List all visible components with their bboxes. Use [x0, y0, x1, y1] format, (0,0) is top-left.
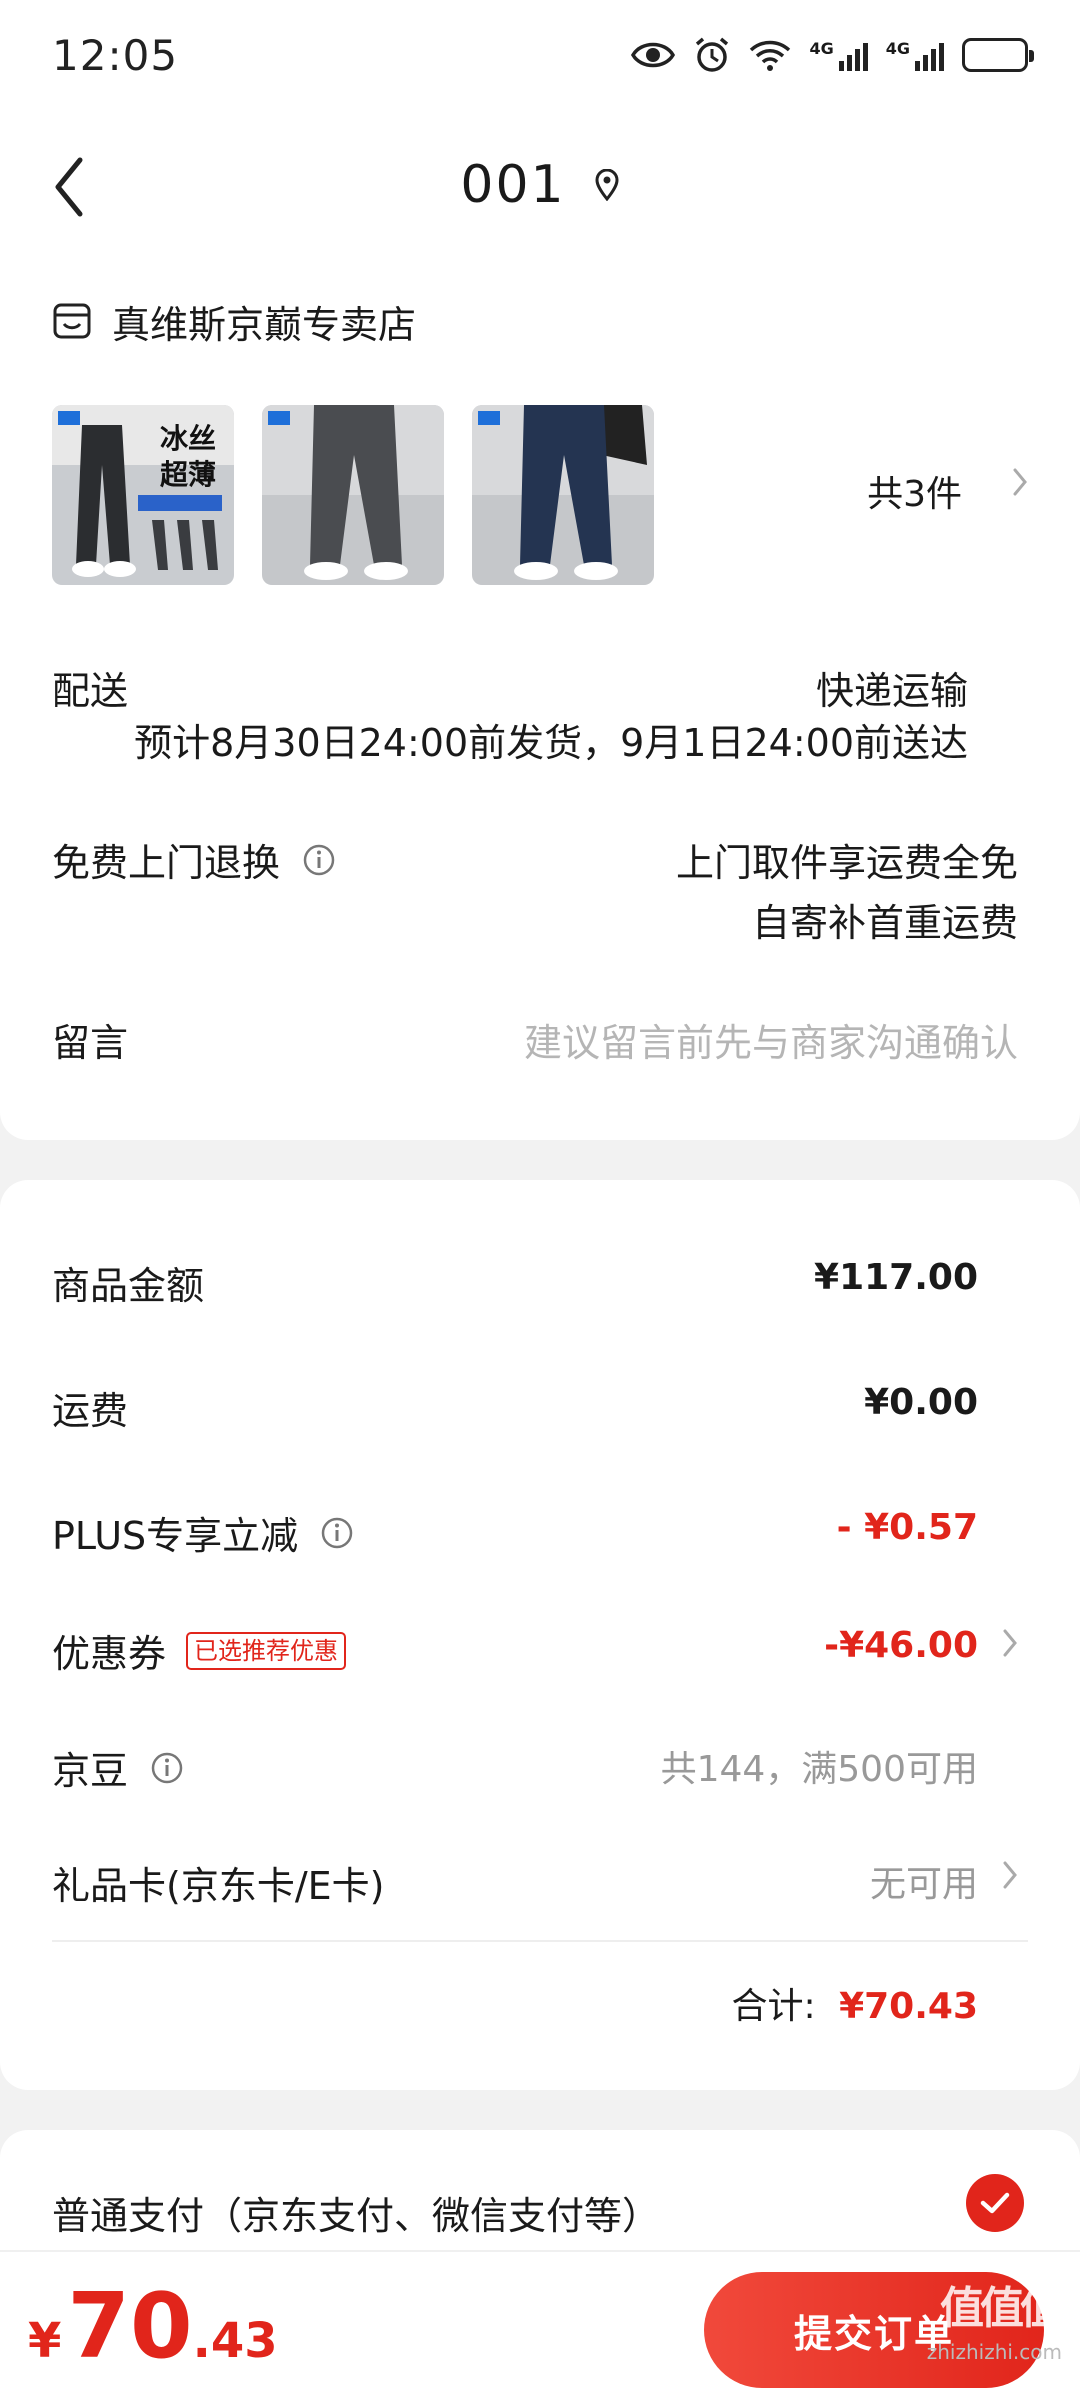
- coupon-row[interactable]: 优惠券 已选推荐优惠: [52, 1623, 347, 1678]
- giftcard-value[interactable]: 无可用: [870, 1855, 978, 1907]
- watermark-text: zhizhizhi.com: [926, 2340, 1062, 2364]
- checkmark-icon[interactable]: [966, 2174, 1024, 2232]
- shipping-label: 运费: [52, 1389, 129, 1433]
- delivery-method[interactable]: 快递运输: [816, 660, 968, 715]
- thumb-badge-text: 冰丝: [160, 422, 217, 455]
- divider: [52, 1940, 1028, 1942]
- signal-icon: 4G: [886, 39, 944, 71]
- chevron-left-icon: [55, 157, 83, 217]
- delivery-label: 配送: [52, 669, 129, 713]
- shipping-value: ¥0.00: [864, 1382, 978, 1423]
- signal-icon: 4G: [809, 39, 868, 71]
- status-time: 12:05: [52, 30, 179, 80]
- total-value: ¥70.43: [839, 1986, 978, 2027]
- alarm-icon: [693, 36, 731, 74]
- info-icon[interactable]: [302, 843, 336, 877]
- return-policy-line2: 自寄补首重运费: [751, 901, 1018, 945]
- payment-method-label[interactable]: 普通支付（京东支付、微信支付等）: [52, 2185, 660, 2240]
- plus-discount-value: - ¥0.57: [836, 1507, 978, 1548]
- page-title: 001: [460, 155, 566, 215]
- bottom-bar: ¥ 70 .43 提交订单: [0, 2250, 1080, 2400]
- battery-icon: [962, 38, 1034, 72]
- free-return-label: 免费上门退换: [52, 832, 336, 887]
- return-policy-line1: 上门取件享运费全免: [675, 841, 1018, 885]
- goods-amount-value: ¥117.00: [814, 1257, 978, 1298]
- shop-header[interactable]: 真维斯京巅专卖店: [52, 286, 416, 356]
- item-count: 共3件: [867, 474, 962, 515]
- price-summary-card: 商品金额 ¥117.00 运费 ¥0.00 PLUS专享立减 - ¥0.57 优…: [0, 1180, 1080, 2090]
- eye-icon: [631, 39, 676, 71]
- delivery-eta: 预计8月30日24:00前发货，9月1日24:00前送达: [134, 721, 968, 765]
- store-icon: [53, 303, 91, 339]
- total-row: 合计: ¥70.43: [731, 1986, 978, 2027]
- order-info-card: 真维斯京巅专卖店 冰丝 超薄 共3件 配送 快递运输 预计8月30日24:00前…: [0, 260, 1080, 1140]
- chevron-right-icon[interactable]: [1002, 1860, 1018, 1894]
- goods-amount-label: 商品金额: [52, 1264, 205, 1308]
- shop-name: 真维斯京巅专卖店: [112, 302, 417, 347]
- product-thumbnail[interactable]: [262, 405, 444, 585]
- nav-bar: 001: [0, 110, 1080, 260]
- info-icon[interactable]: [150, 1751, 184, 1785]
- back-button[interactable]: [52, 152, 112, 222]
- status-icons: 4G 4G: [631, 36, 1034, 74]
- coupon-tag: 已选推荐优惠: [186, 1631, 347, 1670]
- plus-discount-label: PLUS专享立减: [52, 1505, 354, 1560]
- coupon-value[interactable]: -¥46.00: [824, 1625, 978, 1666]
- message-label: 留言: [52, 1021, 129, 1065]
- watermark-logo: 值值值: [940, 2283, 1064, 2334]
- giftcard-label[interactable]: 礼品卡(京东卡/E卡): [52, 1855, 384, 1910]
- product-list[interactable]: 冰丝 超薄 共3件: [52, 405, 1028, 585]
- info-icon[interactable]: [320, 1516, 354, 1550]
- chevron-right-icon: [1012, 467, 1028, 501]
- wifi-icon: [749, 38, 791, 72]
- product-thumbnail[interactable]: [472, 405, 654, 585]
- jingdou-label: 京豆: [52, 1740, 184, 1795]
- jingdou-value: 共144，满500可用: [660, 1749, 978, 1790]
- product-thumbnail[interactable]: 冰丝 超薄: [52, 405, 234, 585]
- chevron-right-icon[interactable]: [1002, 1628, 1018, 1662]
- location-pin-icon[interactable]: [594, 169, 620, 201]
- message-input[interactable]: 建议留言前先与商家沟通确认: [524, 1012, 1018, 1067]
- bottom-price: ¥ 70 .43: [28, 2274, 278, 2379]
- status-bar: 12:05 4G 4G: [0, 0, 1080, 110]
- thumb-badge-text: 超薄: [160, 458, 217, 491]
